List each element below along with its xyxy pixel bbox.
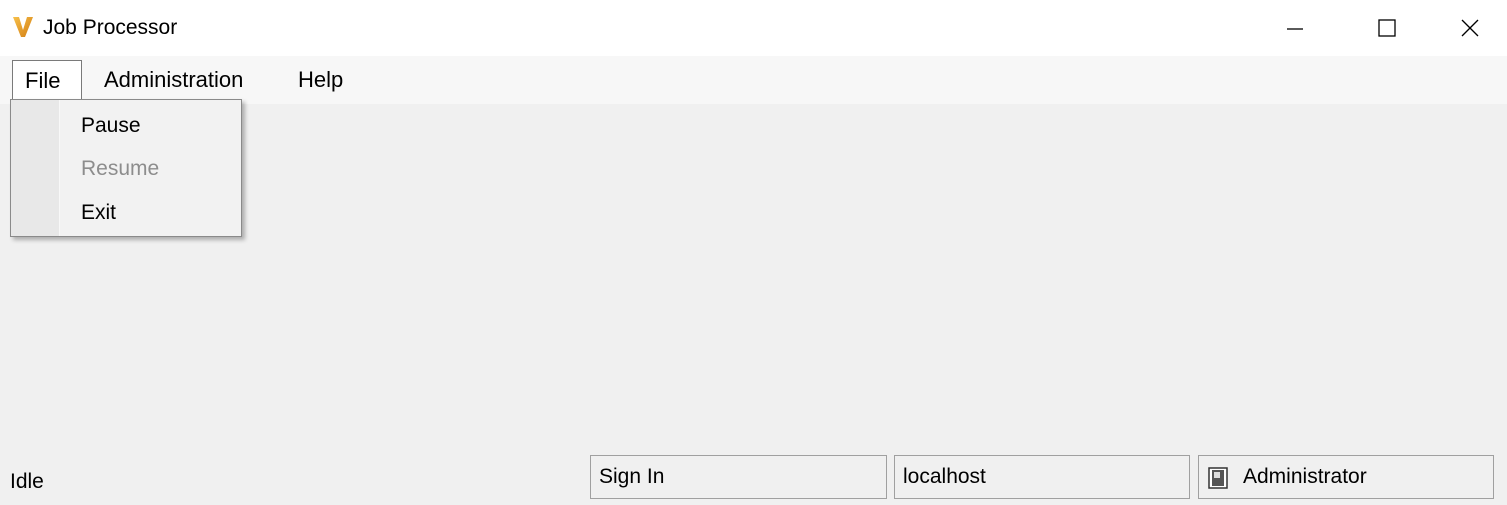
window-title: Job Processor <box>43 16 178 39</box>
minimize-icon <box>1287 28 1303 30</box>
maximize-button[interactable] <box>1341 0 1433 56</box>
menu-bar: File Administration Help <box>0 56 1507 104</box>
menu-icon-gutter <box>11 100 60 236</box>
close-icon <box>1461 19 1479 37</box>
file-menu-dropdown: Pause Resume Exit <box>10 99 242 237</box>
minimize-button[interactable] <box>1249 0 1341 56</box>
user-panel: Administrator <box>1198 455 1494 499</box>
menu-file[interactable]: File <box>12 60 82 104</box>
server-panel: localhost <box>894 455 1190 499</box>
server-label: localhost <box>903 465 986 488</box>
maximize-icon <box>1378 19 1396 37</box>
menu-item-exit[interactable]: Exit <box>81 199 116 227</box>
user-card-icon <box>1208 467 1228 489</box>
sign-in-label: Sign In <box>599 465 665 488</box>
menu-administration[interactable]: Administration <box>92 60 255 100</box>
menu-item-pause[interactable]: Pause <box>81 112 141 140</box>
menu-help[interactable]: Help <box>286 60 355 100</box>
status-text: Idle <box>10 470 44 493</box>
user-label: Administrator <box>1243 465 1367 488</box>
title-bar: Job Processor <box>0 0 1507 56</box>
menu-item-resume: Resume <box>81 157 160 180</box>
vault-logo-icon <box>13 17 33 37</box>
close-button[interactable] <box>1433 0 1507 56</box>
sign-in-panel[interactable]: Sign In <box>590 455 887 499</box>
